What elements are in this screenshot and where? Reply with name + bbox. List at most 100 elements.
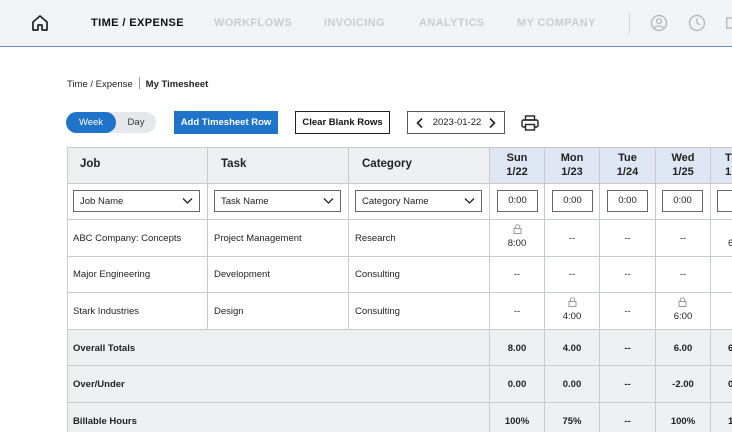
day-date: 1/24 — [616, 166, 639, 178]
time-cell[interactable]: -- — [600, 233, 655, 244]
summary-value: 6 — [728, 343, 732, 354]
toggle-week[interactable]: Week — [66, 112, 116, 133]
breadcrumb-separator — [138, 77, 140, 89]
summary-value: 0.00 — [507, 379, 527, 390]
summary-value: -2.00 — [672, 379, 694, 390]
grid-line — [348, 147, 349, 329]
lock-icon — [568, 297, 577, 307]
summary-value: 6.00 — [673, 343, 693, 354]
time-cell[interactable]: 4:00 — [545, 311, 599, 322]
toggle-day[interactable]: Day — [116, 112, 156, 133]
day-name: Wed — [671, 152, 695, 164]
row-job[interactable]: ABC Company: Concepts — [73, 233, 181, 244]
breadcrumb: Time / Expense My Timesheet — [67, 77, 208, 90]
summary-value: 0.00 — [562, 379, 582, 390]
chevron-down-icon — [182, 198, 193, 204]
time-cell[interactable]: -- — [600, 269, 655, 280]
summary-label: Over/Under — [73, 379, 125, 390]
summary-value: 0 — [728, 379, 732, 390]
time-cell[interactable]: -- — [545, 269, 599, 280]
summary-value: 100% — [504, 416, 530, 427]
grid-line — [67, 219, 732, 220]
nav-divider — [629, 12, 630, 34]
mail-icon[interactable] — [726, 14, 732, 32]
row-task[interactable]: Development — [214, 269, 270, 280]
summary-value: 75% — [562, 416, 582, 427]
add-timesheet-row-button[interactable]: Add Timesheet Row — [174, 111, 278, 134]
day-name: Sun — [506, 152, 528, 164]
time-cell[interactable]: -- — [545, 233, 599, 244]
summary-value: 1 — [728, 416, 732, 427]
chevron-right-icon[interactable] — [486, 117, 498, 129]
week-day-toggle[interactable]: Week Day — [66, 112, 156, 133]
summary-value: 100% — [670, 416, 696, 427]
summary-value: 4.00 — [562, 343, 582, 354]
day-date: 1/22 — [506, 166, 528, 178]
grid-line — [67, 183, 732, 184]
summary-label: Billable Hours — [73, 416, 137, 427]
header-row-bg — [67, 147, 490, 183]
day-header-tue: Tue 1/24 — [600, 151, 655, 179]
time-cell[interactable]: -- — [656, 269, 710, 280]
grid-line — [67, 292, 732, 293]
nav-invoicing[interactable]: INVOICING — [324, 17, 385, 29]
task-select-value: Task Name — [221, 196, 269, 207]
grid-line — [67, 256, 732, 257]
printer-icon[interactable] — [521, 115, 539, 131]
day-header-sun: Sun 1/22 — [490, 151, 544, 179]
day-name: Mon — [560, 152, 584, 164]
day-header-thu: T1 — [725, 151, 732, 179]
user-profile-icon[interactable] — [650, 14, 668, 32]
day-name: T — [725, 152, 732, 164]
date-picker-value: 2023-01-22 — [432, 117, 482, 128]
time-input-tue[interactable]: 0:00 — [607, 190, 648, 212]
summary-label: Overall Totals — [73, 343, 136, 354]
top-nav: TIME / EXPENSE WORKFLOWS INVOICING ANALY… — [0, 0, 732, 47]
row-job[interactable]: Major Engineering — [73, 269, 150, 280]
grid-line — [67, 147, 68, 432]
time-cell[interactable]: 6 — [728, 238, 732, 249]
nav-time-expense[interactable]: TIME / EXPENSE — [91, 17, 184, 29]
breadcrumb-parent[interactable]: Time / Expense — [67, 79, 133, 90]
chevron-left-icon[interactable] — [414, 117, 426, 129]
time-input-sun[interactable]: 0:00 — [497, 190, 538, 212]
time-cell[interactable]: -- — [656, 233, 710, 244]
home-icon[interactable] — [30, 13, 50, 33]
time-input-wed[interactable]: 0:00 — [662, 190, 703, 212]
grid-line — [67, 365, 732, 366]
row-task[interactable]: Design — [214, 306, 244, 317]
summary-value: -- — [624, 379, 631, 390]
day-date: 1/25 — [672, 166, 694, 178]
time-cell[interactable]: 8:00 — [490, 238, 544, 249]
grid-line — [67, 329, 732, 330]
breadcrumb-current: My Timesheet — [145, 79, 209, 90]
lock-icon — [678, 297, 687, 307]
grid-line — [710, 147, 711, 432]
time-cell[interactable]: -- — [490, 306, 544, 317]
nav-my-company[interactable]: MY COMPANY — [517, 17, 596, 29]
nav-analytics[interactable]: ANALYTICS — [419, 17, 485, 29]
row-category[interactable]: Consulting — [355, 269, 400, 280]
row-category[interactable]: Research — [355, 233, 396, 244]
task-select[interactable]: Task Name — [214, 190, 341, 212]
time-cell[interactable]: -- — [600, 306, 655, 317]
row-job[interactable]: Stark Industries — [73, 306, 139, 317]
summary-value: -- — [624, 343, 631, 354]
column-header-job: Job — [80, 158, 101, 170]
day-name: Tue — [618, 152, 637, 164]
category-select[interactable]: Category Name — [355, 190, 482, 212]
row-category[interactable]: Consulting — [355, 306, 400, 317]
job-select-value: Job Name — [80, 196, 124, 207]
time-cell[interactable]: 6:00 — [656, 311, 710, 322]
time-input-mon[interactable]: 0:00 — [552, 190, 593, 212]
nav-workflows[interactable]: WORKFLOWS — [214, 17, 292, 29]
column-header-task: Task — [221, 158, 247, 170]
time-input-thu[interactable] — [717, 190, 732, 212]
job-select[interactable]: Job Name — [73, 190, 200, 212]
clear-blank-rows-button[interactable]: Clear Blank Rows — [295, 111, 390, 134]
chevron-down-icon — [323, 198, 334, 204]
date-picker: 2023-01-22 — [407, 111, 505, 134]
time-cell[interactable]: -- — [490, 269, 544, 280]
clock-icon[interactable] — [688, 14, 706, 32]
row-task[interactable]: Project Management — [214, 233, 302, 244]
